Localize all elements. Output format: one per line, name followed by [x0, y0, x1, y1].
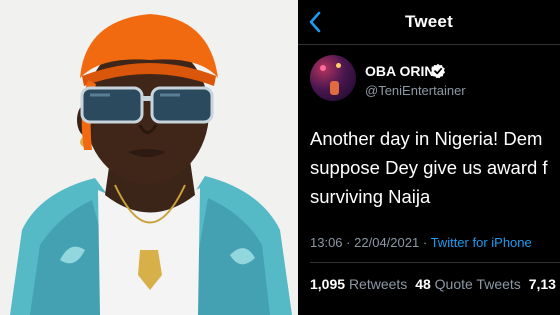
avatar[interactable]: [310, 55, 356, 101]
quote-tweets-label: Quote Tweets: [434, 276, 521, 292]
likes-count: 7,13: [528, 276, 556, 292]
avatar-detail: [330, 81, 339, 95]
tweet-text-line: Another day in Nigeria! Dem: [310, 128, 543, 149]
tweet-meta: 13:06 · 22/04/2021 · Twitter for iPhone: [310, 235, 532, 250]
retweets-stat[interactable]: 1,095 Retweets: [310, 276, 407, 292]
tweet-date: 22/04/2021: [354, 235, 420, 250]
verified-badge-icon: [431, 63, 445, 79]
portrait-illustration: [0, 0, 298, 315]
avatar-detail: [320, 65, 326, 71]
tweet-text: Another day in Nigeria! Dem suppose Dey …: [310, 124, 560, 211]
meta-separator: ·: [346, 235, 351, 250]
tweet-text-line: suppose Dey give us award f: [310, 157, 548, 178]
divider: [310, 262, 560, 263]
quote-tweets-stat[interactable]: 48 Quote Tweets: [415, 276, 521, 292]
retweets-label: Retweets: [348, 276, 408, 292]
quote-tweets-count: 48: [415, 276, 431, 292]
person-photo: [0, 0, 298, 315]
retweets-count: 1,095: [310, 276, 346, 292]
author-handle[interactable]: @TeniEntertainer: [365, 83, 466, 98]
page-title: Tweet: [405, 12, 453, 31]
likes-stat[interactable]: 7,13: [529, 276, 556, 292]
tweet-panel: Tweet OBA ORIN @TeniEntertainer Another …: [298, 0, 560, 315]
avatar-detail: [336, 63, 341, 68]
author-name[interactable]: OBA ORIN: [365, 63, 434, 79]
meta-separator: ·: [422, 235, 428, 250]
tweet-header: Tweet: [298, 0, 560, 45]
tweet-source-link[interactable]: Twitter for iPhone: [431, 235, 532, 250]
tweet-stats: 1,095 Retweets 48 Quote Tweets 7,13: [310, 276, 560, 292]
tweet-time: 13:06: [310, 235, 343, 250]
tweet-text-line: surviving Naija: [310, 186, 431, 207]
